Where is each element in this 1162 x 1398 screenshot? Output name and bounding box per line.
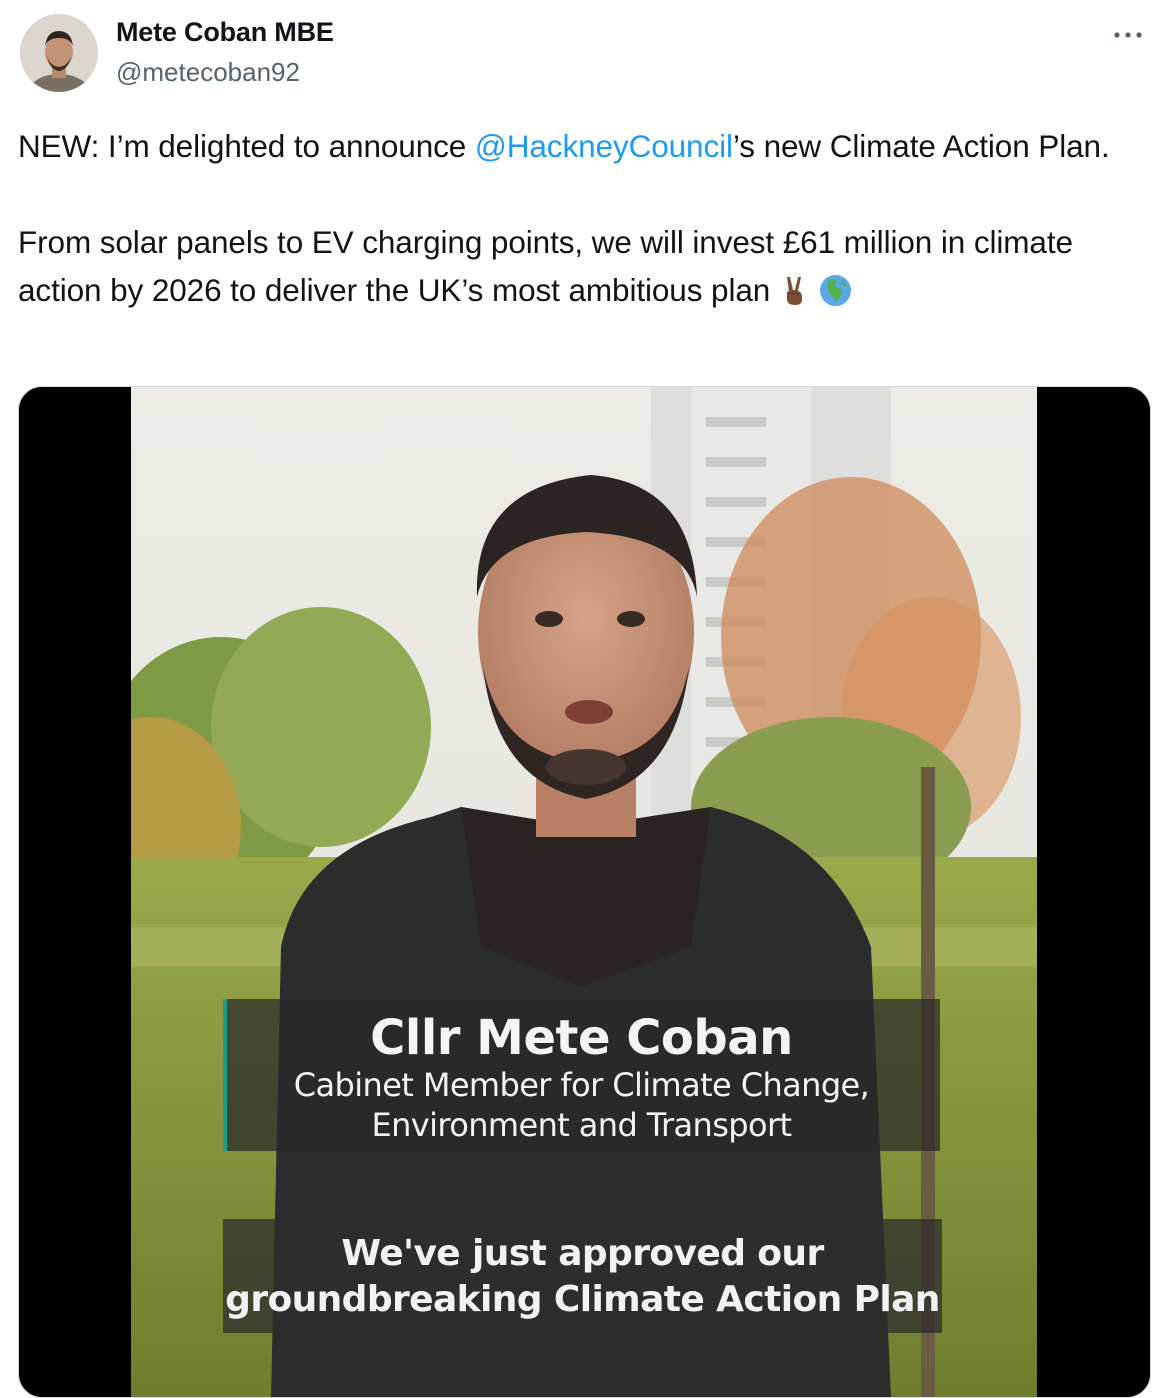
video-caption-lower-third: Cllr Mete Coban Cabinet Member for Clima… [223, 999, 940, 1151]
tweet-text-after-mention: ’s new Climate Action Plan. [732, 128, 1110, 164]
caption-name: Cllr Mete Coban [370, 1010, 793, 1066]
tweet[interactable]: Mete Coban MBE @metecoban92 NEW: I’m del… [0, 0, 1162, 1398]
author-handle[interactable]: @metecoban92 [116, 57, 300, 88]
mention-link[interactable]: @HackneyCouncil [475, 128, 733, 164]
tweet-text: NEW: I’m delighted to announce @HackneyC… [18, 122, 1153, 314]
caption-role-line-2: Environment and Transport [371, 1106, 792, 1144]
tweet-text-body: From solar panels to EV charging points,… [18, 224, 1073, 308]
avatar[interactable] [20, 14, 98, 92]
victory-hand-icon [778, 274, 811, 307]
tweet-text-intro: NEW: I’m delighted to announce [18, 128, 475, 164]
video-subtitle: We've just approved our groundbreaking C… [223, 1219, 942, 1333]
subtitle-line-1: We've just approved our [341, 1233, 824, 1274]
caption-accent-bar [223, 999, 227, 1151]
globe-europe-africa-icon [819, 274, 852, 307]
video-frame: Cllr Mete Coban Cabinet Member for Clima… [131, 387, 1037, 1397]
video-player[interactable]: Cllr Mete Coban Cabinet Member for Clima… [18, 386, 1151, 1398]
more-options-icon [1114, 32, 1142, 38]
tweet-paragraph-1: NEW: I’m delighted to announce @HackneyC… [18, 122, 1153, 170]
more-options-button[interactable] [1108, 20, 1148, 50]
tweet-paragraph-2: From solar panels to EV charging points,… [18, 218, 1153, 314]
profile-photo-icon [20, 14, 98, 92]
subtitle-line-2: groundbreaking Climate Action Plan [225, 1279, 940, 1320]
author-display-name[interactable]: Mete Coban MBE [116, 17, 334, 48]
caption-role-line-1: Cabinet Member for Climate Change, [293, 1066, 870, 1104]
